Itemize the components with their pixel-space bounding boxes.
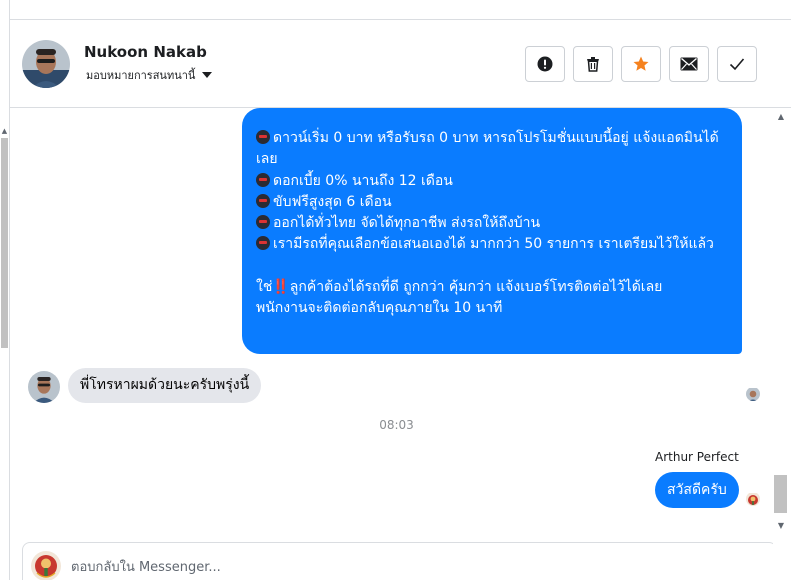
contact-name[interactable]: Nukoon Nakab	[84, 43, 207, 61]
outgoing-message[interactable]: สวัสดีครับ	[655, 472, 739, 508]
promo-line: ดาวน์เริ่ม 0 บาท หรือรับรถ 0 บาท หารถโปร…	[256, 130, 719, 168]
contact-seen-icon	[746, 388, 760, 401]
car-emoji-icon	[256, 193, 270, 208]
promo-cta-line: ใช่‼️ลูกค้าต้องได้รถที่ดี ถูกกว่า คุ้มกว…	[256, 278, 663, 295]
trash-icon	[587, 57, 599, 72]
outgoing-promo-message[interactable]: ดาวน์เริ่ม 0 บาท หรือรับรถ 0 บาท หารถโปร…	[242, 108, 742, 354]
delete-button[interactable]	[573, 46, 613, 82]
promo-line: ขับฟรีสูงสุด 6 เดือน	[256, 192, 728, 213]
car-emoji-icon	[256, 172, 270, 187]
incoming-message[interactable]: พี่โทรหาผมด้วยนะครับพรุ่งนี้	[68, 368, 262, 403]
car-emoji-icon	[256, 236, 270, 251]
seen-indicator-page-avatar	[746, 492, 760, 506]
mark-done-button[interactable]	[717, 46, 757, 82]
contact-avatar-small[interactable]	[28, 371, 60, 403]
left-scrollbar-thumb[interactable]	[1, 138, 8, 348]
promo-line: เรามีรถที่คุณเลือกข้อเสนอเองได้ มากกว่า …	[256, 234, 728, 255]
envelope-icon	[680, 57, 698, 71]
message-thread[interactable]: ดาวน์เริ่ม 0 บาท หรือรับรถ 0 บาท หารถโปร…	[10, 108, 791, 580]
car-emoji-icon	[256, 215, 270, 230]
exclamation-circle-icon	[537, 56, 553, 72]
reply-composer	[22, 542, 777, 580]
mark-spam-button[interactable]	[525, 46, 565, 82]
star-button[interactable]	[621, 46, 661, 82]
car-emoji-icon	[256, 130, 270, 144]
left-scroll-up-arrow-icon[interactable]: ▲	[0, 126, 9, 136]
header-actions	[525, 46, 757, 82]
right-scrollbar-thumb[interactable]	[774, 475, 787, 513]
check-icon	[729, 58, 745, 71]
seen-indicator-avatar	[746, 387, 760, 401]
page-logo-icon	[746, 493, 760, 506]
promo-cta-line-2: พนักงานจะติดต่อกลับคุณภายใน 10 นาที	[256, 300, 503, 317]
mark-unread-button[interactable]	[669, 46, 709, 82]
assign-conversation-dropdown[interactable]: มอบหมายการสนทนานี้	[86, 66, 213, 84]
page-avatar	[31, 551, 61, 580]
outgoing-sender-name: Arthur Perfect	[655, 450, 739, 464]
promo-line: ออกได้ทั่วไทย จัดได้ทุกอาชีพ ส่งรถให้ถึง…	[256, 213, 728, 234]
messenger-conversation-window: ▲ Nukoon Nakab มอบหมายการสนทนานี้ ดาวน์เ…	[0, 0, 791, 580]
promo-line: ดอกเบี้ย 0% นานถึง 12 เดือน	[256, 171, 728, 192]
contact-photo-icon	[22, 40, 70, 88]
double-exclamation-icon: ‼️	[272, 278, 290, 295]
contact-photo-icon	[28, 371, 60, 403]
message-timestamp: 08:03	[379, 418, 414, 432]
page-logo-icon	[31, 551, 61, 580]
caret-down-icon	[202, 72, 213, 78]
reply-input[interactable]	[71, 555, 671, 579]
star-icon	[633, 56, 649, 71]
conversation-header: Nukoon Nakab มอบหมายการสนทนานี้	[10, 20, 791, 108]
assign-label: มอบหมายการสนทนานี้	[86, 69, 196, 82]
scroll-down-arrow-icon[interactable]: ▼	[775, 521, 787, 531]
contact-avatar[interactable]	[22, 40, 70, 88]
scroll-up-arrow-icon[interactable]: ▲	[775, 112, 787, 122]
